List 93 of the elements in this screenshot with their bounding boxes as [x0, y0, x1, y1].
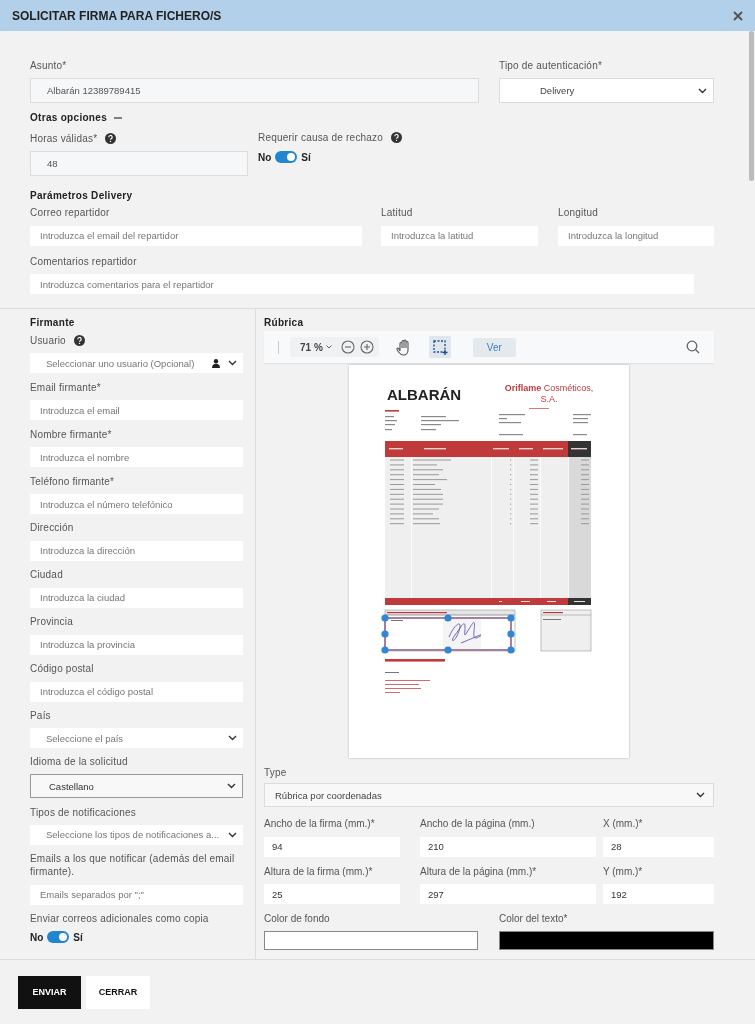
- chevron-down-icon: [228, 831, 237, 838]
- field-label: Código postal: [30, 662, 94, 676]
- field-label: Dirección: [30, 521, 74, 535]
- search-icon[interactable]: [686, 340, 700, 354]
- person-icon: [212, 358, 220, 368]
- text-field[interactable]: Introduzca el número telefónico: [30, 494, 243, 515]
- text-field[interactable]: Introduzca la ciudad: [30, 587, 243, 608]
- section-title: Rúbrica: [264, 317, 305, 330]
- text-field[interactable]: Introduzca la longitud: [558, 225, 714, 246]
- help-icon[interactable]: [391, 132, 403, 143]
- number-field[interactable]: 28: [603, 836, 714, 857]
- toggle-on-label: Sí: [73, 931, 83, 943]
- text-field[interactable]: Introduzca el email del repartidor: [30, 225, 362, 246]
- field-label: Correo repartidor: [30, 206, 110, 219]
- send-button[interactable]: ENVIAR: [18, 975, 81, 1009]
- text-field[interactable]: Albarán 12389789415: [30, 78, 479, 103]
- field-label: Usuario: [30, 334, 66, 348]
- help-icon[interactable]: [105, 133, 117, 144]
- toggle-on-label: Sí: [301, 151, 311, 163]
- chevron-down-icon: [228, 735, 237, 741]
- field-label: Color del texto*: [499, 913, 569, 924]
- field-label: Horas válidas*: [30, 132, 98, 145]
- text-field[interactable]: Introduzca la dirección: [30, 540, 243, 561]
- view-button[interactable]: Ver: [472, 337, 516, 357]
- number-field[interactable]: 297: [420, 884, 596, 904]
- field-label: Tipos de notificaciones: [30, 805, 136, 819]
- number-field[interactable]: 192: [603, 884, 714, 904]
- zoom-out-icon[interactable]: [340, 340, 355, 354]
- field-label: Emails a los que notificar (además del email firmante).: [30, 852, 236, 879]
- section-title: Otras opciones: [30, 112, 107, 123]
- number-field[interactable]: 210: [420, 836, 596, 857]
- field-label: Type: [264, 767, 288, 778]
- number-field[interactable]: 94: [264, 836, 400, 857]
- chevron-down-icon: [696, 792, 705, 798]
- field-label: Comentarios repartidor: [30, 254, 137, 268]
- text-field[interactable]: Introduzca el código postal: [30, 681, 243, 702]
- field-label: Altura de la página (mm.)*: [420, 864, 538, 878]
- text-field[interactable]: Introduzca el nombre: [30, 447, 243, 468]
- chevron-down-icon: [227, 783, 236, 790]
- close-icon[interactable]: [733, 10, 743, 21]
- company-name: Oriflame Cosméticos, S.A.: [503, 383, 595, 405]
- field-label: Ancho de la página (mm.): [420, 817, 536, 830]
- signature-drawing: [443, 617, 481, 649]
- toggle-switch[interactable]: [47, 931, 70, 944]
- dialog-title: SOLICITAR FIRMA PARA FICHERO/S: [12, 8, 222, 23]
- select-field[interactable]: Delivery: [499, 78, 714, 103]
- field-label: Teléfono firmante*: [30, 474, 115, 488]
- text-field[interactable]: Introduzca comentarios para el repartidor: [30, 274, 694, 294]
- text-field[interactable]: 48: [30, 151, 248, 176]
- toggle-off-label: No: [258, 151, 272, 163]
- field-label: Enviar correos adicionales como copia: [30, 912, 209, 926]
- select-field[interactable]: Seleccionar uno usuario (Opcional): [30, 353, 243, 374]
- field-label: Altura de la firma (mm.)*: [264, 864, 374, 878]
- field-label: Requerir causa de rechazo: [258, 132, 384, 143]
- field-label: Latitud: [381, 206, 413, 219]
- scrollbar[interactable]: [749, 31, 754, 181]
- help-icon[interactable]: [73, 335, 85, 347]
- field-label: X (mm.)*: [603, 817, 644, 830]
- select-field[interactable]: Seleccione los tipos de notificaciones a...: [30, 824, 243, 845]
- number-field[interactable]: 25: [264, 884, 400, 904]
- field-label: Idioma de la solicitud: [30, 755, 128, 769]
- text-field[interactable]: Introduzca el email: [30, 400, 243, 421]
- field-label: Tipo de autenticación*: [499, 59, 602, 72]
- field-label: Color de fondo: [264, 913, 331, 924]
- toggle-off-label: No: [30, 931, 44, 943]
- toggle-switch[interactable]: [275, 151, 298, 163]
- color-swatch[interactable]: [499, 931, 714, 950]
- chevron-down-icon: [228, 360, 237, 367]
- chevron-down-icon: [325, 345, 332, 349]
- close-button[interactable]: CERRAR: [86, 975, 150, 1009]
- text-field[interactable]: Introduzca la provincia: [30, 634, 243, 655]
- field-label: Ciudad: [30, 568, 63, 582]
- chevron-down-icon: [698, 87, 707, 94]
- text-field[interactable]: Emails separados por ";": [30, 884, 243, 905]
- area-select-button[interactable]: [428, 336, 451, 358]
- field-label: Longitud: [558, 206, 598, 219]
- text-field[interactable]: Introduzca la latitud: [381, 225, 538, 246]
- color-swatch[interactable]: [264, 931, 478, 950]
- section-title: Firmante: [30, 317, 76, 328]
- field-label: Asunto*: [30, 59, 67, 72]
- field-label: Email firmante*: [30, 380, 101, 394]
- field-label: Nombre firmante*: [30, 427, 112, 441]
- zoom-in-icon[interactable]: [359, 340, 374, 354]
- select-field[interactable]: Seleccione el país: [30, 728, 243, 748]
- select-field[interactable]: Rúbrica por coordenadas: [264, 783, 714, 807]
- field-label: Provincia: [30, 615, 73, 629]
- field-label: Y (mm.)*: [603, 864, 644, 878]
- field-label: Ancho de la firma (mm.)*: [264, 817, 376, 830]
- section-title: Parámetros Delivery: [30, 190, 133, 201]
- select-field[interactable]: Castellano: [30, 774, 243, 799]
- field-label: País: [30, 709, 51, 722]
- selection-frame[interactable]: [381, 614, 515, 654]
- document-title: ALBARÁN: [387, 386, 462, 403]
